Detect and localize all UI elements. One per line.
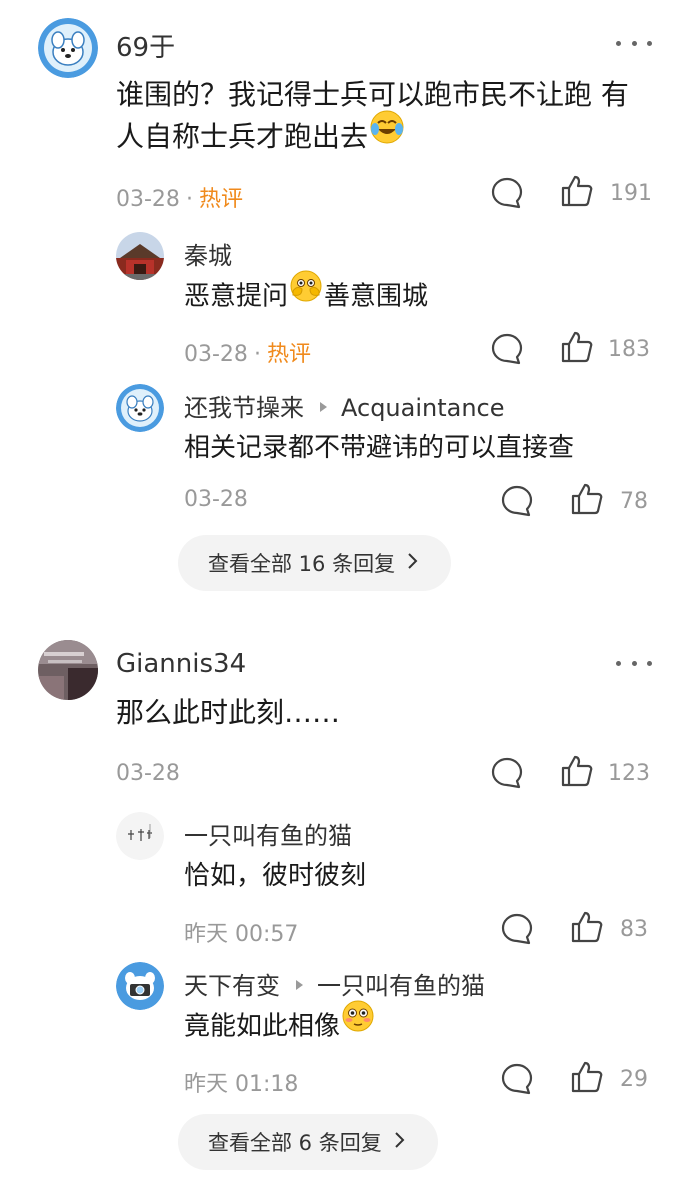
avatar[interactable] <box>116 384 164 432</box>
comment-bubble-icon[interactable] <box>500 1062 534 1096</box>
more-options-icon[interactable] <box>616 658 652 668</box>
comment-meta: 03-28 · 热评 <box>116 181 243 213</box>
comment-text-segment: 人自称士兵才跑出去 <box>116 120 369 153</box>
avatar[interactable] <box>116 962 164 1010</box>
reply-text: 相关记录都不带避讳的可以直接查 <box>184 433 575 463</box>
dog-avatar-icon <box>116 384 164 432</box>
meta-separator: · <box>185 187 193 212</box>
meta-separator: · <box>253 342 261 367</box>
avatar[interactable] <box>38 18 98 78</box>
reply-to-user[interactable]: Acquaintance <box>341 394 505 422</box>
reply-date: 03-28 <box>184 342 248 367</box>
reply-author[interactable]: 还我节操来 <box>184 394 304 422</box>
avatar[interactable] <box>38 640 98 700</box>
comment-author[interactable]: Giannis34 <box>116 649 246 679</box>
building-avatar-icon <box>116 232 164 280</box>
reply-meta: 昨天 00:57 <box>184 916 298 948</box>
reply-date: 昨天 00:57 <box>184 922 299 947</box>
reply-author[interactable]: 天下有变 <box>184 972 280 1000</box>
reply-text-segment: 竟能如此相像 <box>184 1011 341 1042</box>
like-count: 83 <box>620 917 648 942</box>
reply-to-arrow-icon <box>296 980 303 990</box>
reply-meta: 03-28 <box>184 487 248 512</box>
comment-meta: 03-28 <box>116 761 180 786</box>
comment-bubble-icon[interactable] <box>490 176 524 210</box>
comment-text-line-2: 人自称士兵才跑出去 <box>116 109 406 164</box>
reply-text-segment: 恶意提问 <box>184 281 289 312</box>
like-count: 183 <box>608 337 650 362</box>
photo-avatar-icon <box>38 640 98 700</box>
reply-date: 昨天 01:18 <box>184 1072 299 1097</box>
avatar[interactable] <box>116 232 164 280</box>
comment-bubble-icon[interactable] <box>500 912 534 946</box>
view-all-replies-button[interactable]: 查看全部 16 条回复 <box>178 535 452 591</box>
comment-bubble-icon[interactable] <box>490 756 524 790</box>
comment-date: 03-28 <box>116 187 180 212</box>
like-count: 78 <box>620 489 648 514</box>
comment-bubble-icon[interactable] <box>500 484 534 518</box>
calligraphy-avatar-icon <box>116 812 164 860</box>
camera-dog-avatar-icon <box>116 962 164 1010</box>
dog-avatar-icon <box>38 18 98 78</box>
reply-meta: 03-28 · 热评 <box>184 336 311 368</box>
reply-text: 恶意提问 善意围城 <box>184 269 429 322</box>
like-thumb-icon[interactable] <box>570 910 604 944</box>
reply-author[interactable]: 秦城 <box>184 236 232 271</box>
like-thumb-icon[interactable] <box>570 482 604 516</box>
crying-laughing-emoji-icon <box>369 109 405 161</box>
like-count: 191 <box>610 181 652 206</box>
comment-bubble-icon[interactable] <box>490 332 524 366</box>
reply-to-user[interactable]: 一只叫有鱼的猫 <box>317 972 485 1000</box>
reply-date: 03-28 <box>184 487 248 512</box>
reply-text-segment: 善意围城 <box>324 281 429 312</box>
like-thumb-icon[interactable] <box>560 754 594 788</box>
comment-date: 03-28 <box>116 761 180 786</box>
comment-author[interactable]: 69于 <box>116 27 175 64</box>
reply-text: 竟能如此相像 <box>184 999 376 1052</box>
more-options-icon[interactable] <box>616 38 652 48</box>
like-thumb-icon[interactable] <box>560 174 594 208</box>
like-thumb-icon[interactable] <box>560 330 594 364</box>
chevron-right-icon <box>394 1130 406 1154</box>
like-count: 123 <box>608 761 650 786</box>
view-all-replies-label: 查看全部 6 条回复 <box>208 1131 382 1155</box>
comment-text: 那么此时此刻…… <box>116 696 341 729</box>
reply-meta: 昨天 01:18 <box>184 1066 298 1098</box>
flushed-face-emoji-icon <box>341 999 375 1049</box>
avatar[interactable] <box>116 812 164 860</box>
hot-badge: 热评 <box>198 187 243 212</box>
peeking-face-emoji-icon <box>289 269 323 319</box>
reply-to-arrow-icon <box>320 402 327 412</box>
reply-author-line: 还我节操来 Acquaintance <box>184 388 505 423</box>
like-thumb-icon[interactable] <box>570 1060 604 1094</box>
view-all-replies-label: 查看全部 16 条回复 <box>208 552 396 576</box>
reply-author[interactable]: 一只叫有鱼的猫 <box>184 816 352 851</box>
chevron-right-icon <box>407 551 419 575</box>
reply-author-line: 天下有变 一只叫有鱼的猫 <box>184 966 485 1001</box>
reply-text: 恰如，彼时彼刻 <box>184 861 367 891</box>
like-count: 29 <box>620 1067 648 1092</box>
view-all-replies-button[interactable]: 查看全部 6 条回复 <box>178 1114 438 1170</box>
hot-badge: 热评 <box>266 342 311 367</box>
